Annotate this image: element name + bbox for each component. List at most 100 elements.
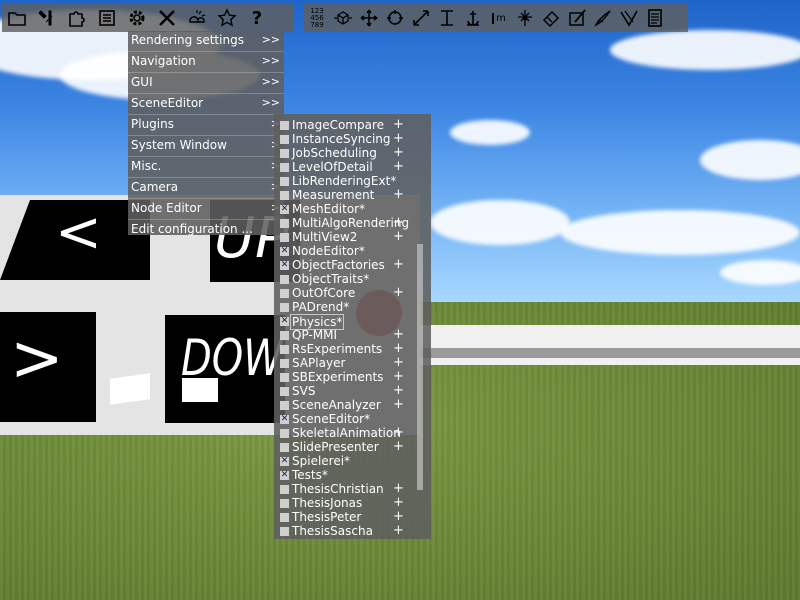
- plugin-checkbox[interactable]: [280, 373, 289, 382]
- plugin-item[interactable]: SBExperiments +: [274, 369, 424, 384]
- menu-item-node-editor[interactable]: Node Editor >: [128, 198, 284, 219]
- notes-icon[interactable]: [642, 4, 668, 32]
- plugin-checkbox[interactable]: ✕: [280, 317, 289, 326]
- plugin-item[interactable]: SAPlayer +: [274, 355, 424, 370]
- tools-icon[interactable]: [32, 4, 62, 32]
- plugin-checkbox[interactable]: [280, 499, 289, 508]
- brush-icon[interactable]: [590, 4, 616, 32]
- plugin-checkbox[interactable]: [280, 485, 289, 494]
- menu-item-misc[interactable]: Misc. >: [128, 156, 284, 177]
- plugin-expand-icon[interactable]: +: [393, 439, 404, 454]
- plugin-expand-icon[interactable]: +: [393, 117, 404, 132]
- paint-icon[interactable]: [538, 4, 564, 32]
- plugin-checkbox[interactable]: [280, 135, 289, 144]
- menu-item-edit-configuration[interactable]: Edit configuration ...: [128, 219, 284, 240]
- plugin-checkbox[interactable]: [280, 359, 289, 368]
- plugin-item[interactable]: InstanceSyncing +: [274, 131, 424, 146]
- plugin-checkbox[interactable]: [280, 275, 289, 284]
- plugin-item[interactable]: OutOfCore +: [274, 285, 424, 300]
- star-icon[interactable]: [212, 4, 242, 32]
- plugins-scrollbar[interactable]: [417, 244, 423, 490]
- plugin-item[interactable]: ✕ SceneEditor*: [274, 412, 424, 426]
- plugin-item[interactable]: ✕ NodeEditor*: [274, 244, 424, 258]
- plugin-expand-icon[interactable]: +: [393, 355, 404, 370]
- plugin-expand-icon[interactable]: +: [393, 397, 404, 412]
- plugin-item[interactable]: SkeletalAnimation +: [274, 425, 424, 440]
- plugin-expand-icon[interactable]: +: [393, 369, 404, 384]
- plugin-item[interactable]: ThesisPeter +: [274, 509, 424, 524]
- wrench-hammer-icon[interactable]: [152, 4, 182, 32]
- plugin-item[interactable]: MultiAlgoRendering +: [274, 215, 424, 230]
- plugin-expand-icon[interactable]: +: [393, 285, 404, 300]
- menu-item-plugins[interactable]: Plugins >: [128, 114, 284, 135]
- plugin-checkbox[interactable]: ✕: [280, 415, 289, 424]
- plugin-expand-icon[interactable]: +: [393, 131, 404, 146]
- plugin-item[interactable]: LibRenderingExt*: [274, 174, 424, 188]
- plugin-item[interactable]: RsExperiments +: [274, 341, 424, 356]
- plugin-item[interactable]: MultiView2 +: [274, 229, 424, 244]
- plugin-expand-icon[interactable]: +: [393, 159, 404, 174]
- plugin-checkbox[interactable]: [280, 527, 289, 536]
- cube-transform-icon[interactable]: [330, 4, 356, 32]
- puzzle-icon[interactable]: [62, 4, 92, 32]
- plugin-checkbox[interactable]: [280, 121, 289, 130]
- gear-icon[interactable]: [122, 4, 152, 32]
- plugin-checkbox[interactable]: [280, 177, 289, 186]
- plugin-expand-icon[interactable]: +: [393, 327, 404, 342]
- plugin-checkbox[interactable]: [280, 233, 289, 242]
- plugin-expand-icon[interactable]: +: [393, 229, 404, 244]
- plugin-expand-icon[interactable]: +: [393, 187, 404, 202]
- plugin-item[interactable]: SceneAnalyzer +: [274, 397, 424, 412]
- numbers-grid-icon[interactable]: 123 456 789: [304, 4, 330, 32]
- plugin-expand-icon[interactable]: +: [393, 383, 404, 398]
- plugin-expand-icon[interactable]: +: [393, 145, 404, 160]
- plugin-checkbox[interactable]: [280, 345, 289, 354]
- plugin-expand-icon[interactable]: +: [393, 509, 404, 524]
- plugin-item[interactable]: ✕ Physics*: [274, 314, 424, 330]
- plugin-item[interactable]: SVS +: [274, 383, 424, 398]
- plugin-item[interactable]: ImageCompare +: [274, 117, 424, 132]
- plugin-checkbox[interactable]: ✕: [280, 205, 289, 214]
- scale-icon[interactable]: [408, 4, 434, 32]
- document-list-icon[interactable]: [92, 4, 122, 32]
- plugin-checkbox[interactable]: [280, 289, 289, 298]
- menu-item-navigation[interactable]: Navigation >>: [128, 51, 284, 72]
- align-icon[interactable]: [434, 4, 460, 32]
- plugin-item[interactable]: ✕ Spielerei*: [274, 454, 424, 468]
- plugin-expand-icon[interactable]: +: [393, 523, 404, 538]
- plugin-checkbox[interactable]: [280, 331, 289, 340]
- plugin-item[interactable]: SlidePresenter +: [274, 439, 424, 454]
- plugin-checkbox[interactable]: ✕: [280, 261, 289, 270]
- plugin-item[interactable]: PADrend*: [274, 300, 424, 314]
- anchor-icon[interactable]: [460, 4, 486, 32]
- plugin-checkbox[interactable]: [280, 219, 289, 228]
- plugin-item[interactable]: QP-MMI +: [274, 327, 424, 342]
- plugin-checkbox[interactable]: ✕: [280, 471, 289, 480]
- menu-item-scene-editor[interactable]: SceneEditor >>: [128, 93, 284, 114]
- plugin-checkbox[interactable]: [280, 163, 289, 172]
- menu-item-camera[interactable]: Camera >: [128, 177, 284, 198]
- menu-item-system-window[interactable]: System Window >: [128, 135, 284, 156]
- plugin-expand-icon[interactable]: +: [393, 481, 404, 496]
- plugin-checkbox[interactable]: [280, 443, 289, 452]
- plugin-item[interactable]: ✕ MeshEditor*: [274, 202, 424, 216]
- plugin-checkbox[interactable]: [280, 401, 289, 410]
- plugin-item[interactable]: ✕ ObjectFactories +: [274, 257, 424, 272]
- plugin-expand-icon[interactable]: +: [393, 495, 404, 510]
- menu-item-rendering-settings[interactable]: Rendering settings >>: [128, 31, 284, 51]
- node-icon[interactable]: [512, 4, 538, 32]
- plugin-item[interactable]: JobScheduling +: [274, 145, 424, 160]
- weather-icon[interactable]: [182, 4, 212, 32]
- plugin-checkbox[interactable]: [280, 191, 289, 200]
- plugin-expand-icon[interactable]: +: [393, 257, 404, 272]
- plugin-checkbox[interactable]: ✕: [280, 457, 289, 466]
- plugin-item[interactable]: ThesisChristian +: [274, 481, 424, 496]
- plugin-item[interactable]: Measurement +: [274, 187, 424, 202]
- plugin-item[interactable]: ✕ Tests*: [274, 468, 424, 482]
- plugin-checkbox[interactable]: [280, 429, 289, 438]
- plugin-item[interactable]: LevelOfDetail +: [274, 159, 424, 174]
- rotate-icon[interactable]: [382, 4, 408, 32]
- plugin-item[interactable]: ThesisSascha +: [274, 523, 424, 538]
- plugin-expand-icon[interactable]: +: [393, 341, 404, 356]
- menu-item-gui[interactable]: GUI >>: [128, 72, 284, 93]
